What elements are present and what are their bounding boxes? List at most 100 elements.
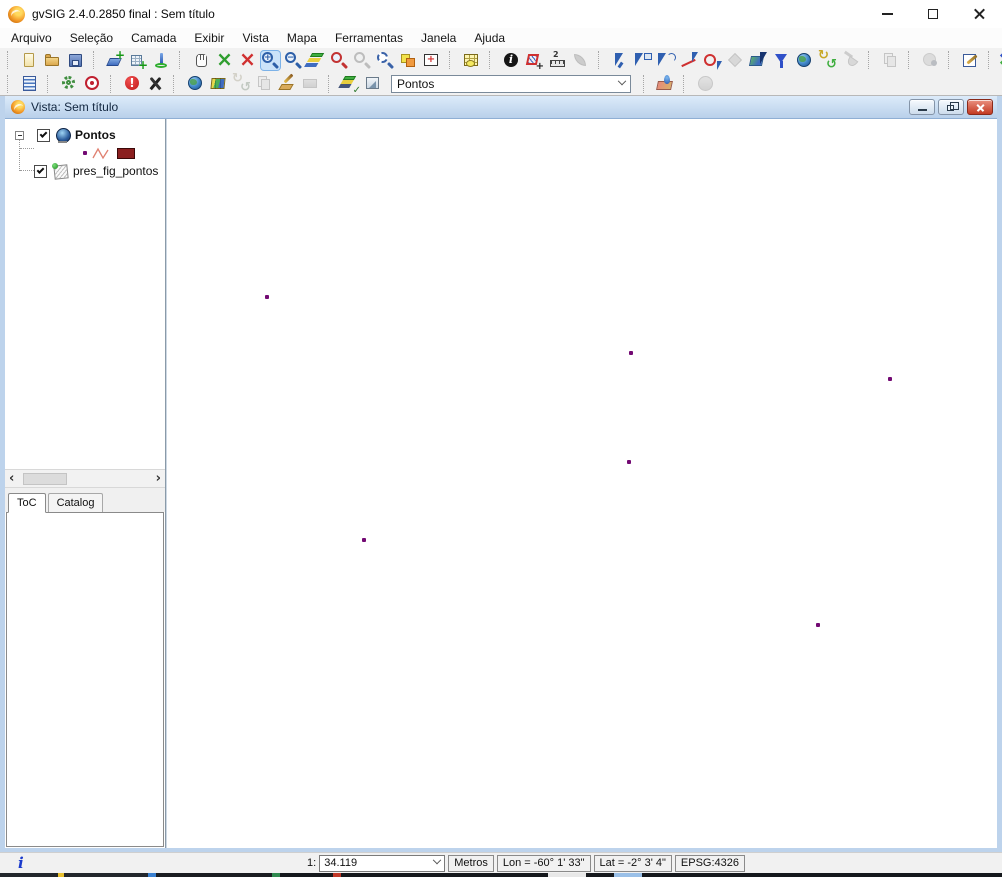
frame-points-icon[interactable] [422,51,441,70]
export-view-icon[interactable] [921,51,940,70]
menu-selecao[interactable]: Seleção [61,29,122,47]
filter-icon[interactable] [772,51,791,70]
refresh-view-icon[interactable] [232,74,251,93]
new-document-icon[interactable] [20,51,39,70]
tree-row-pres-fig-pontos: pres_fig_pontos [5,161,165,181]
geolocate-icon[interactable] [656,74,675,93]
scroll-right-arrow-icon[interactable] [151,472,161,486]
full-extent-icon[interactable] [238,51,257,70]
tab-catalog[interactable]: Catalog [48,493,104,512]
scroll-left-arrow-icon[interactable] [9,472,19,486]
new-view-globe-icon[interactable] [186,74,205,93]
toolbar-separator [598,51,603,69]
close-button[interactable] [956,0,1002,28]
duplicate-icon[interactable] [255,74,274,93]
select-circle-icon[interactable] [703,51,722,70]
query-area-icon[interactable] [525,51,544,70]
tools-icon[interactable] [146,74,165,93]
layer-label-pres-fig-pontos[interactable]: pres_fig_pontos [73,164,158,178]
zoom-in-icon[interactable] [261,51,280,70]
tree-expander-icon[interactable] [15,131,24,140]
map-canvas[interactable] [167,119,997,848]
mdi-area: Vista: Sem título [0,96,1002,852]
layer-label-pontos[interactable]: Pontos [75,128,116,142]
menu-exibir[interactable]: Exibir [185,29,233,47]
toolbar-view: Pontos [0,72,1002,96]
view-window-titlebar[interactable]: Vista: Sem título [5,96,997,119]
view-minimize-button[interactable] [909,99,935,115]
longitude-box: Lon = -60° 1' 33" [497,855,591,872]
edit-extent-icon[interactable] [961,51,980,70]
export-image-icon[interactable] [301,74,320,93]
edit-layer-icon[interactable] [278,74,297,93]
clear-selection-icon[interactable] [841,51,860,70]
maximize-button[interactable] [910,0,956,28]
map-point [629,351,633,355]
project-manager-icon[interactable] [20,74,39,93]
zoom-to-extent-icon[interactable] [215,51,234,70]
layer-properties-icon[interactable] [364,74,383,93]
copy-icon[interactable] [881,51,900,70]
add-layer-icon[interactable] [106,51,125,70]
manage-layers-icon[interactable] [341,74,360,93]
layer-tree: Pontos pres_fig_pontos [5,119,165,469]
menu-ferramentas[interactable]: Ferramentas [326,29,412,47]
toolbar-separator [449,51,454,69]
toolbar-main [0,48,1002,72]
select-buffer-icon[interactable] [726,51,745,70]
zoom-previous-icon[interactable] [353,51,372,70]
pan-icon[interactable] [192,51,211,70]
statusbar: 1: 34.119 Metros Lon = -60° 1' 33" Lat =… [0,852,1002,873]
view-close-button[interactable] [967,99,993,115]
select-rectangle-icon[interactable] [634,51,653,70]
menu-arquivo[interactable]: Arquivo [2,29,61,47]
zoom-to-layers-icon[interactable] [307,51,326,70]
menu-camada[interactable]: Camada [122,29,185,47]
units-box[interactable]: Metros [448,855,494,872]
menubar: ArquivoSeleçãoCamadaExibirVistaMapaFerra… [0,28,1002,48]
toolbar-separator [179,51,184,69]
menu-ajuda[interactable]: Ajuda [465,29,514,47]
menu-vista[interactable]: Vista [233,29,277,47]
layer-selector[interactable]: Pontos [391,75,631,93]
add-table-icon[interactable] [129,51,148,70]
zoom-manager-icon[interactable] [376,51,395,70]
locator-icon[interactable] [152,51,171,70]
menu-janela[interactable]: Janela [412,29,465,47]
overlap-layers-icon[interactable] [399,51,418,70]
select-polyline-icon[interactable] [680,51,699,70]
web-globe-icon[interactable] [795,51,814,70]
scale-combobox[interactable]: 34.119 [319,855,445,872]
minimize-button[interactable] [864,0,910,28]
error-log-icon[interactable] [123,74,142,93]
tab-toc[interactable]: ToC [8,493,46,513]
hyperlink-icon[interactable] [571,51,590,70]
reload-layers-icon[interactable] [818,51,837,70]
preferences-icon[interactable] [60,74,79,93]
info-tool-icon[interactable] [502,51,521,70]
attribute-table-icon[interactable] [462,51,481,70]
toc-horizontal-scrollbar[interactable] [5,469,165,488]
view-map-icon[interactable] [209,74,228,93]
epsg-box[interactable]: EPSG:4326 [675,855,745,872]
chevron-down-icon [618,76,626,84]
point-symbol [83,151,87,155]
toolbar-handle [7,75,12,93]
measure-distance-icon[interactable] [548,51,567,70]
scrollbar-thumb[interactable] [23,473,67,485]
view-restore-button[interactable] [938,99,964,115]
layer-checkbox-pontos[interactable] [37,129,50,142]
disabled-tool-icon[interactable] [696,74,715,93]
zoom-to-selection-icon[interactable] [330,51,349,70]
select-by-layer-icon[interactable] [749,51,768,70]
save-document-icon[interactable] [66,51,85,70]
zoom-out-icon[interactable] [284,51,303,70]
restore-icon [947,105,954,111]
menu-mapa[interactable]: Mapa [278,29,326,47]
select-point-icon[interactable] [611,51,630,70]
select-polygon-icon[interactable] [657,51,676,70]
open-document-icon[interactable] [43,51,62,70]
recording-icon[interactable] [83,74,102,93]
tree-row-pontos: Pontos [5,125,165,145]
layer-checkbox-pres-fig-pontos[interactable] [34,165,47,178]
